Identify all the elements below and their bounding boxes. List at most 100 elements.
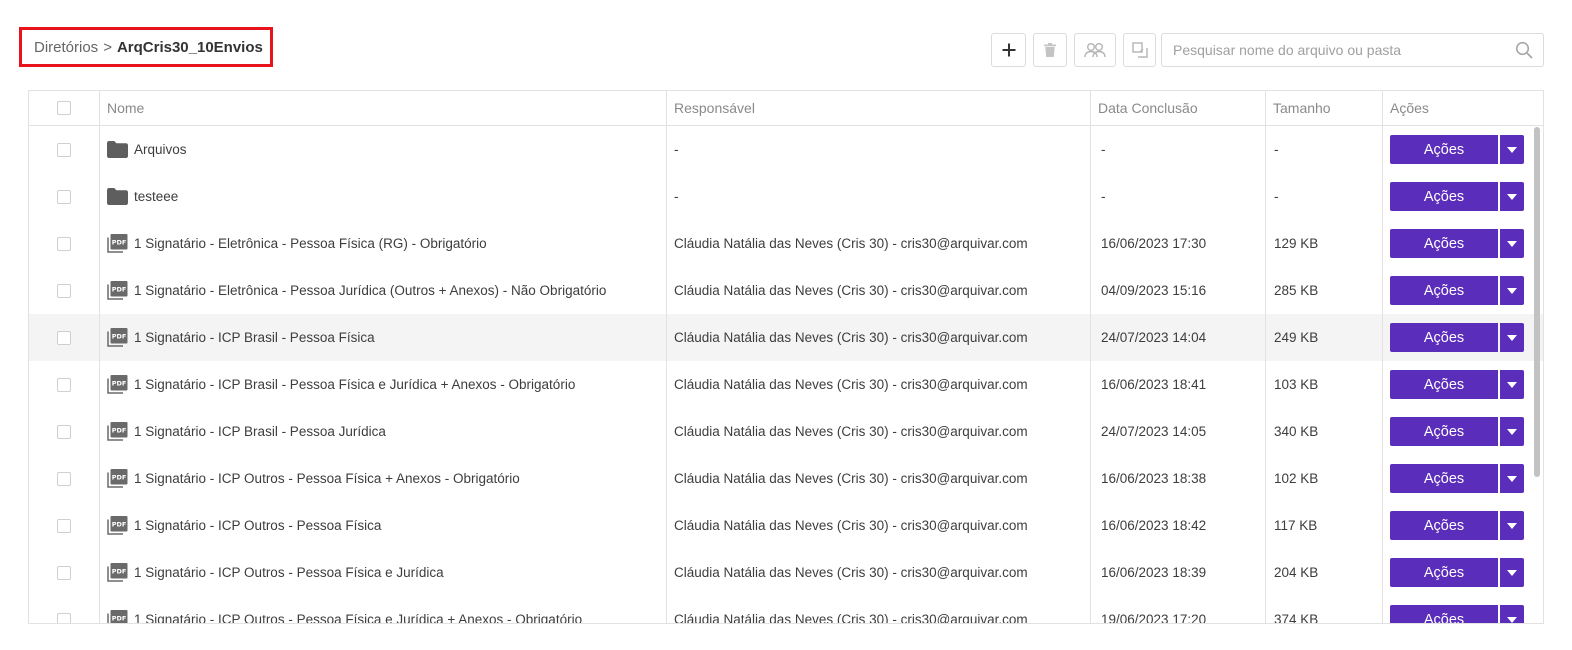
actions-button[interactable]: Ações [1390, 558, 1498, 587]
table-row[interactable]: PDF 1 Signatário - ICP Outros - Pessoa Fí… [29, 596, 1543, 623]
select-all-checkbox[interactable] [57, 101, 71, 115]
row-checkbox[interactable] [57, 283, 71, 298]
table-row[interactable]: testeee - - - Ações [29, 173, 1543, 220]
file-name[interactable]: 1 Signatário - Eletrônica - Pessoa Juríd… [134, 283, 606, 298]
table-row[interactable]: PDF 1 Signatário - ICP Brasil - Pessoa Ju… [29, 408, 1543, 455]
svg-text:PDF: PDF [112, 568, 127, 576]
file-name[interactable]: 1 Signatário - ICP Outros - Pessoa Físic… [134, 518, 381, 533]
search-icon[interactable] [1515, 41, 1533, 59]
actions-button[interactable]: Ações [1390, 605, 1498, 623]
actions-dropdown-button[interactable] [1500, 511, 1524, 540]
column-header-size[interactable]: Tamanho [1266, 91, 1383, 125]
date-cell: 04/09/2023 15:16 [1091, 267, 1266, 314]
row-checkbox[interactable] [57, 518, 71, 533]
pdf-file-icon: PDF [107, 422, 128, 441]
name-cell[interactable]: PDF 1 Signatário - ICP Brasil - Pessoa Fí… [100, 361, 667, 408]
table-row[interactable]: PDF 1 Signatário - ICP Outros - Pessoa Fí… [29, 502, 1543, 549]
file-name[interactable]: 1 Signatário - ICP Outros - Pessoa Físic… [134, 612, 582, 623]
actions-dropdown-button[interactable] [1500, 229, 1524, 258]
size-cell: 117 KB [1266, 502, 1383, 549]
responsible-cell: Cláudia Natália das Neves (Cris 30) - cr… [667, 220, 1091, 267]
file-name[interactable]: 1 Signatário - ICP Outros - Pessoa Físic… [134, 565, 444, 580]
column-header-name[interactable]: Nome [100, 91, 667, 125]
move-icon [1131, 42, 1148, 58]
caret-down-icon [1507, 240, 1517, 247]
name-cell[interactable]: PDF 1 Signatário - ICP Outros - Pessoa Fí… [100, 596, 667, 623]
svg-text:PDF: PDF [112, 239, 127, 247]
table-row[interactable]: PDF 1 Signatário - ICP Brasil - Pessoa Fí… [29, 314, 1543, 361]
name-cell[interactable]: PDF 1 Signatário - ICP Brasil - Pessoa Ju… [100, 408, 667, 455]
row-checkbox[interactable] [57, 236, 71, 251]
move-button[interactable] [1123, 33, 1156, 67]
name-cell[interactable]: PDF 1 Signatário - ICP Brasil - Pessoa Fí… [100, 314, 667, 361]
vertical-scrollbar[interactable] [1534, 127, 1540, 477]
trash-icon [1044, 43, 1056, 57]
row-checkbox[interactable] [57, 142, 71, 157]
row-checkbox[interactable] [57, 565, 71, 580]
svg-text:PDF: PDF [112, 615, 127, 623]
breadcrumb-root[interactable]: Diretórios [34, 39, 98, 56]
actions-dropdown-button[interactable] [1500, 605, 1524, 623]
row-checkbox[interactable] [57, 330, 71, 345]
add-button[interactable] [991, 33, 1026, 67]
file-name[interactable]: 1 Signatário - ICP Brasil - Pessoa Físic… [134, 377, 575, 392]
actions-button[interactable]: Ações [1390, 464, 1498, 493]
row-checkbox[interactable] [57, 424, 71, 439]
table-row[interactable]: PDF 1 Signatário - ICP Outros - Pessoa Fí… [29, 455, 1543, 502]
table-row[interactable]: PDF 1 Signatário - Eletrônica - Pessoa Ju… [29, 267, 1543, 314]
file-name[interactable]: 1 Signatário - ICP Brasil - Pessoa Físic… [134, 330, 375, 345]
table-body: Arquivos - - - Ações testeee - - - Ações PDF 1 Sign… [29, 126, 1543, 623]
responsible-cell: - [667, 173, 1091, 220]
actions-button[interactable]: Ações [1390, 182, 1498, 211]
actions-button[interactable]: Ações [1390, 135, 1498, 164]
name-cell[interactable]: PDF 1 Signatário - Eletrônica - Pessoa Ju… [100, 267, 667, 314]
actions-dropdown-button[interactable] [1500, 417, 1524, 446]
name-cell[interactable]: PDF 1 Signatário - ICP Outros - Pessoa Fí… [100, 455, 667, 502]
actions-cell: Ações [1383, 596, 1543, 623]
delete-button[interactable] [1033, 33, 1067, 67]
actions-dropdown-button[interactable] [1500, 276, 1524, 305]
row-checkbox[interactable] [57, 189, 71, 204]
table-row[interactable]: PDF 1 Signatário - ICP Outros - Pessoa Fí… [29, 549, 1543, 596]
files-table: Nome Responsável Data Conclusão Tamanho … [28, 90, 1544, 624]
row-select-cell [29, 126, 100, 173]
responsible-cell: Cláudia Natália das Neves (Cris 30) - cr… [667, 314, 1091, 361]
file-name[interactable]: testeee [134, 189, 178, 204]
row-checkbox[interactable] [57, 471, 71, 486]
actions-button[interactable]: Ações [1390, 511, 1498, 540]
column-header-responsible[interactable]: Responsável [667, 91, 1091, 125]
actions-button[interactable]: Ações [1390, 323, 1498, 352]
actions-dropdown-button[interactable] [1500, 370, 1524, 399]
caret-down-icon [1507, 522, 1517, 529]
actions-dropdown-button[interactable] [1500, 182, 1524, 211]
search-input[interactable] [1171, 41, 1515, 59]
file-name[interactable]: 1 Signatário - ICP Brasil - Pessoa Juríd… [134, 424, 386, 439]
name-cell[interactable]: PDF 1 Signatário - ICP Outros - Pessoa Fí… [100, 502, 667, 549]
table-row[interactable]: PDF 1 Signatário - Eletrônica - Pessoa Fí… [29, 220, 1543, 267]
table-row[interactable]: Arquivos - - - Ações [29, 126, 1543, 173]
date-cell: 16/06/2023 18:42 [1091, 502, 1266, 549]
actions-dropdown-button[interactable] [1500, 558, 1524, 587]
share-users-button[interactable] [1074, 33, 1116, 67]
actions-button[interactable]: Ações [1390, 276, 1498, 305]
name-cell[interactable]: PDF 1 Signatário - Eletrônica - Pessoa Fí… [100, 220, 667, 267]
name-cell[interactable]: Arquivos [100, 126, 667, 173]
actions-button[interactable]: Ações [1390, 229, 1498, 258]
file-name[interactable]: 1 Signatário - ICP Outros - Pessoa Físic… [134, 471, 520, 486]
table-header: Nome Responsável Data Conclusão Tamanho … [29, 91, 1543, 126]
file-name[interactable]: Arquivos [134, 142, 187, 157]
name-cell[interactable]: PDF 1 Signatário - ICP Outros - Pessoa Fí… [100, 549, 667, 596]
actions-dropdown-button[interactable] [1500, 135, 1524, 164]
table-row[interactable]: PDF 1 Signatário - ICP Brasil - Pessoa Fí… [29, 361, 1543, 408]
actions-dropdown-button[interactable] [1500, 323, 1524, 352]
column-header-date[interactable]: Data Conclusão [1091, 91, 1266, 125]
actions-button[interactable]: Ações [1390, 417, 1498, 446]
row-checkbox[interactable] [57, 612, 71, 623]
svg-text:PDF: PDF [112, 286, 127, 294]
name-cell[interactable]: testeee [100, 173, 667, 220]
size-cell: 102 KB [1266, 455, 1383, 502]
actions-button[interactable]: Ações [1390, 370, 1498, 399]
actions-dropdown-button[interactable] [1500, 464, 1524, 493]
row-checkbox[interactable] [57, 377, 71, 392]
file-name[interactable]: 1 Signatário - Eletrônica - Pessoa Físic… [134, 236, 487, 251]
